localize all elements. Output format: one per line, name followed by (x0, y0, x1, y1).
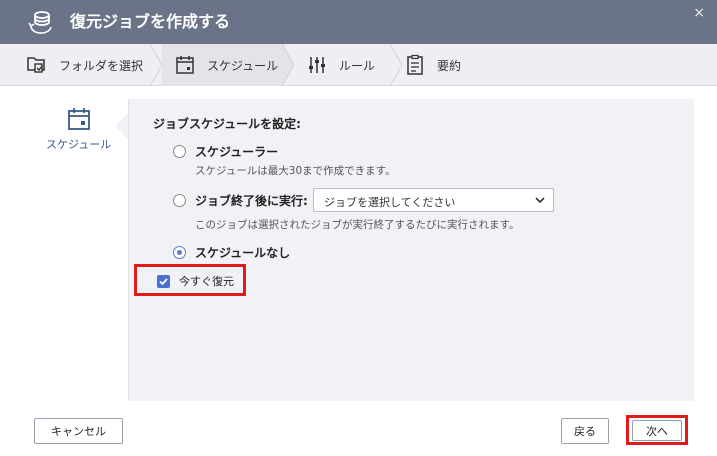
scheduler-description: スケジュールは最大30まで作成できます。 (195, 165, 396, 177)
close-button[interactable]: × (693, 6, 705, 20)
step-label: スケジュール (207, 58, 279, 73)
window-title: 復元ジョブを作成する (70, 12, 231, 31)
no-schedule-radio[interactable] (173, 246, 186, 259)
step-label: ルール (339, 58, 376, 73)
left-nav (0, 86, 128, 400)
job-select-value: ジョブを選択してください (324, 196, 456, 209)
folder-select-icon (27, 57, 45, 73)
restore-now-highlight: 今すぐ復元 (134, 264, 246, 296)
panel-pointer (115, 113, 128, 139)
no-schedule-label[interactable]: スケジュールなし (195, 244, 290, 261)
restore-now-label[interactable]: 今すぐ復元 (179, 273, 234, 289)
calendar-icon (68, 108, 90, 130)
wizard-steps: フォルダを選択 スケジュール ルール 要約 (0, 44, 717, 86)
calendar-icon (176, 56, 194, 74)
step-rules[interactable]: ルール (300, 44, 390, 86)
cancel-button[interactable]: キャンセル (34, 418, 123, 444)
title-bar: 復元ジョブを作成する × (0, 0, 717, 44)
next-button[interactable]: 次へ (632, 420, 682, 441)
left-nav-label: スケジュール (46, 138, 112, 151)
scheduler-radio[interactable] (173, 145, 186, 158)
after-job-label[interactable]: ジョブ終了後に実行: (195, 192, 308, 209)
step-summary[interactable]: 要約 (402, 44, 492, 86)
sliders-icon (309, 57, 325, 73)
after-job-description: このジョブは選択されたジョブが実行終了するたびに実行されます。 (195, 219, 520, 231)
step-label: フォルダを選択 (59, 58, 144, 73)
restore-now-checkbox[interactable] (157, 275, 170, 288)
checkmark-icon (159, 278, 168, 286)
step-separator (390, 44, 402, 86)
restore-icon (28, 11, 52, 34)
job-select[interactable]: ジョブを選択してください (313, 188, 554, 212)
scheduler-label[interactable]: スケジューラー (195, 143, 278, 160)
step-separator (282, 44, 294, 86)
schedule-heading: ジョブスケジュールを設定: (153, 117, 301, 131)
step-select-folder[interactable]: フォルダを選択 (0, 44, 150, 86)
after-job-radio[interactable] (173, 194, 186, 207)
step-label: 要約 (437, 58, 462, 73)
back-button[interactable]: 戻る (561, 418, 609, 444)
clipboard-icon (407, 54, 423, 75)
step-schedule[interactable]: スケジュール (162, 44, 282, 86)
step-separator (150, 44, 162, 86)
chevron-down-icon (535, 197, 545, 204)
